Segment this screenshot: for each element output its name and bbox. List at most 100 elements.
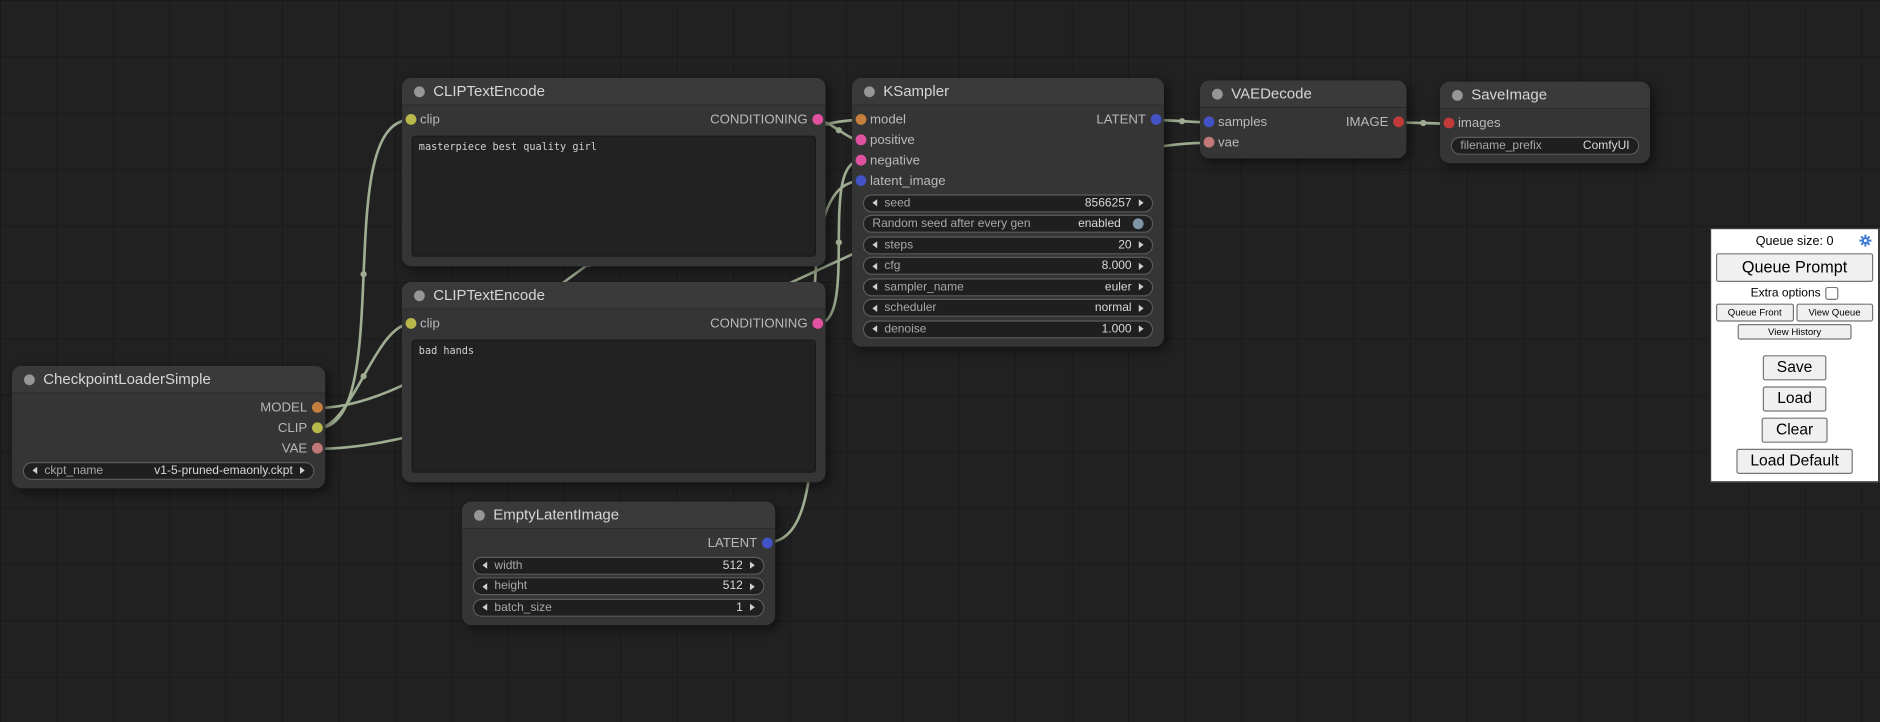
decrement-arrow-icon[interactable] [872,241,877,248]
node-cliptextencode-negative[interactable]: CLIPTextEncode clip CONDITIONING bad han… [402,282,826,482]
input-label-clip: clip [420,316,440,330]
link-midpoint-dot [836,239,842,245]
node-title-bar[interactable]: CLIPTextEncode [402,282,826,310]
input-port-negative[interactable] [855,155,866,166]
input-port-model[interactable] [855,114,866,125]
widget-label: height [494,580,527,593]
queue-prompt-button[interactable]: Queue Prompt [1716,253,1873,281]
node-title-bar[interactable]: VAEDecode [1200,80,1406,108]
widget-value: 20 [1118,238,1131,251]
decrement-arrow-icon[interactable] [482,604,487,611]
increment-arrow-icon[interactable] [1139,241,1144,248]
widget-value: 512 [723,559,743,572]
view-history-button[interactable]: View History [1738,324,1851,340]
collapse-dot-icon[interactable] [1212,88,1223,99]
view-queue-button[interactable]: View Queue [1796,303,1873,321]
input-port-vae[interactable] [1203,137,1214,148]
positive-prompt-textarea[interactable]: masterpiece best quality girl [412,136,816,257]
widget-seed[interactable]: seed 8566257 [863,194,1153,212]
node-title: CLIPTextEncode [433,83,545,100]
increment-arrow-icon[interactable] [750,583,755,590]
collapse-dot-icon[interactable] [414,290,425,301]
widget-ckpt-name[interactable]: ckpt_name v1-5-pruned-emaonly.ckpt [23,461,315,479]
node-title-bar[interactable]: KSampler [852,78,1164,106]
output-port-conditioning[interactable] [812,114,823,125]
increment-arrow-icon[interactable] [1139,199,1144,206]
toggle-indicator-icon[interactable] [1133,218,1144,229]
decrement-arrow-icon[interactable] [872,325,877,332]
negative-prompt-textarea[interactable]: bad hands [412,340,816,473]
widget-denoise[interactable]: denoise 1.000 [863,320,1153,338]
increment-arrow-icon[interactable] [1139,262,1144,269]
node-emptylatentimage[interactable]: EmptyLatentImage LATENT width 512 height… [462,502,775,626]
input-port-clip[interactable] [405,318,416,329]
decrement-arrow-icon[interactable] [872,262,877,269]
output-port-clip[interactable] [311,422,322,433]
output-port-latent[interactable] [1150,114,1161,125]
widget-label: denoise [884,322,926,335]
collapse-dot-icon[interactable] [414,86,425,97]
settings-gear-icon[interactable] [1859,234,1872,247]
node-saveimage[interactable]: SaveImage images filename_prefix ComfyUI [1440,82,1650,164]
node-title-bar[interactable]: SaveImage [1440,82,1650,110]
extra-options-checkbox[interactable] [1825,286,1838,299]
decrement-arrow-icon[interactable] [872,199,877,206]
node-ksampler[interactable]: KSampler model LATENT positive negative … [852,78,1164,347]
node-title-bar[interactable]: EmptyLatentImage [462,502,775,530]
node-title: VAEDecode [1231,85,1312,102]
input-port-latent-image[interactable] [855,175,866,186]
widget-batch-size[interactable]: batch_size 1 [473,598,765,616]
output-port-vae[interactable] [311,443,322,454]
widget-random-seed-toggle[interactable]: Random seed after every gen enabled [863,215,1153,233]
node-title-bar[interactable]: CLIPTextEncode [402,78,826,106]
output-port-image[interactable] [1393,116,1404,127]
output-port-latent[interactable] [761,538,772,549]
save-button[interactable]: Save [1762,355,1826,380]
widget-steps[interactable]: steps 20 [863,236,1153,254]
increment-arrow-icon[interactable] [750,604,755,611]
collapse-dot-icon[interactable] [474,509,485,520]
increment-arrow-icon[interactable] [300,467,305,474]
output-port-conditioning[interactable] [812,318,823,329]
widget-filename-prefix[interactable]: filename_prefix ComfyUI [1451,136,1639,154]
widget-cfg[interactable]: cfg 8.000 [863,257,1153,275]
widget-value: v1-5-pruned-emaonly.ckpt [154,464,293,477]
load-button[interactable]: Load [1763,386,1827,411]
input-port-positive[interactable] [855,134,866,145]
node-vaedecode[interactable]: VAEDecode samples IMAGE vae [1200,80,1406,158]
slot-row: CLIP [12,418,325,438]
decrement-arrow-icon[interactable] [482,583,487,590]
decrement-arrow-icon[interactable] [872,304,877,311]
clear-button[interactable]: Clear [1762,417,1828,442]
queue-buttons-row: Queue Front View Queue [1716,303,1873,321]
collapse-dot-icon[interactable] [24,374,35,385]
output-label-clip: CLIP [278,421,307,435]
increment-arrow-icon[interactable] [750,562,755,569]
node-cliptextencode-positive[interactable]: CLIPTextEncode clip CONDITIONING masterp… [402,78,826,266]
increment-arrow-icon[interactable] [1139,304,1144,311]
decrement-arrow-icon[interactable] [872,283,877,290]
output-label-vae: VAE [282,441,307,455]
decrement-arrow-icon[interactable] [482,562,487,569]
slot-row: vae [1200,132,1406,152]
widget-scheduler[interactable]: scheduler normal [863,299,1153,317]
collapse-dot-icon[interactable] [864,86,875,97]
output-port-model[interactable] [311,402,322,413]
queue-front-button[interactable]: Queue Front [1716,303,1793,321]
output-label-conditioning: CONDITIONING [710,112,808,126]
queue-size-label: Queue size: 0 [1756,234,1834,248]
node-checkpointloadersimple[interactable]: CheckpointLoaderSimple MODEL CLIP VAE ck… [12,366,325,488]
node-graph-canvas[interactable]: CheckpointLoaderSimple MODEL CLIP VAE ck… [0,0,1880,722]
widget-width[interactable]: width 512 [473,556,765,574]
input-port-samples[interactable] [1203,116,1214,127]
input-port-clip[interactable] [405,114,416,125]
load-default-button[interactable]: Load Default [1736,448,1853,473]
widget-height[interactable]: height 512 [473,577,765,595]
node-title-bar[interactable]: CheckpointLoaderSimple [12,366,325,394]
collapse-dot-icon[interactable] [1452,89,1463,100]
increment-arrow-icon[interactable] [1139,325,1144,332]
input-port-images[interactable] [1443,118,1454,129]
decrement-arrow-icon[interactable] [32,467,37,474]
widget-sampler-name[interactable]: sampler_name euler [863,278,1153,296]
increment-arrow-icon[interactable] [1139,283,1144,290]
